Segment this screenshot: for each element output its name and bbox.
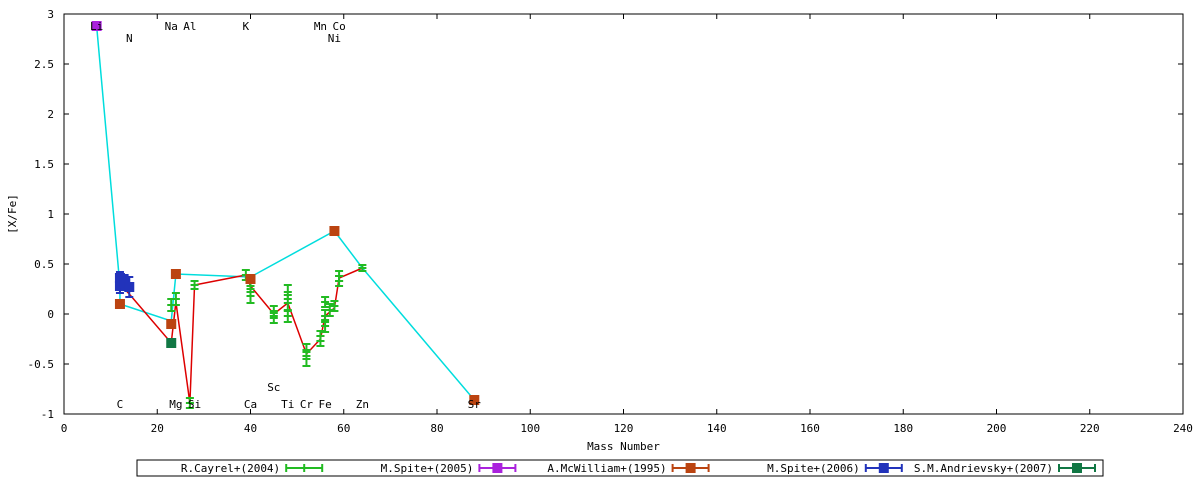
connecting-line bbox=[95, 25, 475, 401]
element-label: N bbox=[126, 32, 133, 45]
data-point bbox=[329, 226, 340, 236]
legend-label: S.M.Andrievsky+(2007) bbox=[914, 462, 1053, 475]
element-label: Na bbox=[165, 20, 178, 33]
element-label: Mg bbox=[169, 398, 182, 411]
element-label: Fe bbox=[318, 398, 331, 411]
y-tick-label: 1.5 bbox=[34, 158, 54, 171]
y-tick-label: 0 bbox=[47, 308, 54, 321]
data-point bbox=[166, 338, 177, 348]
element-label: Cr bbox=[300, 398, 314, 411]
connecting-line bbox=[119, 267, 363, 404]
legend: R.Cayrel+(2004) M.Spite+(2005) A.McWilliam… bbox=[136, 459, 1104, 477]
x-tick-label: 60 bbox=[337, 422, 350, 435]
element-label: Mn bbox=[314, 20, 327, 33]
data-point bbox=[114, 299, 125, 309]
legend-marker bbox=[878, 463, 889, 473]
y-tick-label: 0.5 bbox=[34, 258, 54, 271]
x-tick-label: 20 bbox=[151, 422, 164, 435]
legend-label: R.Cayrel+(2004) bbox=[181, 462, 280, 475]
y-tick-label: 1 bbox=[47, 208, 54, 221]
connecting-lines bbox=[95, 25, 475, 404]
y-axis-ticks: -1 -0.5 0 0.5 1 1.5 2 2.5 3 bbox=[28, 8, 1183, 421]
x-tick-label: 240 bbox=[1173, 422, 1193, 435]
legend-marker bbox=[492, 463, 503, 473]
legend-marker bbox=[1072, 463, 1082, 473]
legend-label: M.Spite+(2006) bbox=[767, 462, 860, 475]
element-label: Al bbox=[183, 20, 196, 33]
data-series bbox=[91, 21, 480, 409]
y-tick-label: -1 bbox=[41, 408, 54, 421]
plot-area-frame bbox=[63, 13, 1184, 415]
y-axis-label: [X/Fe] bbox=[6, 194, 19, 234]
x-tick-label: 140 bbox=[707, 422, 727, 435]
element-label: Zn bbox=[356, 398, 369, 411]
element-label: Ti bbox=[281, 398, 294, 411]
x-tick-label: 180 bbox=[893, 422, 913, 435]
element-label: K bbox=[243, 20, 250, 33]
data-point bbox=[245, 274, 256, 284]
data-point bbox=[170, 269, 181, 279]
element-label: Sr bbox=[468, 398, 482, 411]
element-label: Si bbox=[188, 398, 201, 411]
legend-label: M.Spite+(2005) bbox=[381, 462, 474, 475]
legend-label: A.McWilliam+(1995) bbox=[547, 462, 666, 475]
x-tick-label: 200 bbox=[987, 422, 1007, 435]
data-point bbox=[166, 319, 177, 329]
legend-marker bbox=[685, 463, 696, 473]
x-axis-label: Mass Number bbox=[587, 440, 660, 453]
y-tick-label: -0.5 bbox=[28, 358, 55, 371]
x-tick-label: 40 bbox=[244, 422, 257, 435]
y-tick-label: 3 bbox=[47, 8, 54, 21]
element-label: Sc bbox=[267, 381, 280, 394]
element-label: Ni bbox=[328, 32, 341, 45]
series-M.Spite+(2006) bbox=[114, 271, 135, 298]
x-tick-label: 100 bbox=[520, 422, 540, 435]
x-tick-label: 220 bbox=[1080, 422, 1100, 435]
x-tick-label: 80 bbox=[430, 422, 443, 435]
x-tick-label: 120 bbox=[614, 422, 634, 435]
element-label: C bbox=[117, 398, 124, 411]
data-point bbox=[124, 282, 135, 292]
series-A.McWilliam+(1995) bbox=[114, 226, 480, 405]
series-S.M.Andrievsky+(2007) bbox=[166, 338, 177, 348]
x-axis-ticks: 0 20 40 60 80 100 120 140 160 180 200 220 240 bbox=[61, 14, 1193, 435]
y-tick-label: 2.5 bbox=[34, 58, 54, 71]
x-tick-label: 0 bbox=[61, 422, 68, 435]
element-labels: LiNNa Al K Mn CoNiC Mg Si CaScTi Cr Fe Zn Sr bbox=[90, 20, 481, 411]
element-label: Li bbox=[90, 20, 103, 33]
x-tick-label: 160 bbox=[800, 422, 820, 435]
y-tick-label: 2 bbox=[47, 108, 54, 121]
abundance-chart: LiNNa Al K Mn CoNiC Mg Si CaScTi Cr Fe Zn Sr 0 20 40 6… bbox=[6, 8, 1193, 477]
